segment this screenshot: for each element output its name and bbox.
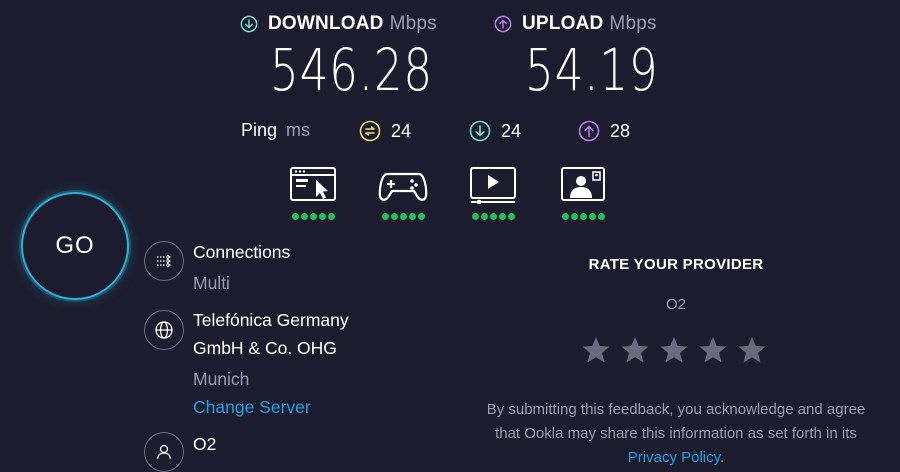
download-arrow-icon [240, 15, 258, 33]
connections-mode: Multi [193, 273, 230, 293]
rating-dot [309, 213, 317, 220]
disclaimer-text: By submitting this feedback, you acknowl… [486, 401, 866, 442]
star-icon[interactable] [659, 335, 689, 365]
ping-upload: 28 [578, 120, 630, 142]
rating-dot [318, 213, 326, 220]
ping-row: Ping ms [241, 120, 310, 141]
rating-dot [417, 213, 425, 220]
download-label: DOWNLOAD [268, 13, 384, 34]
star-icon[interactable] [698, 335, 728, 365]
ping-label: Ping [241, 120, 278, 140]
upload-speed-value: 54.19 [525, 36, 659, 104]
server-name: Telefónica Germany GmbH & Co. OHG [193, 306, 349, 362]
gaming-dots [375, 213, 431, 220]
rating-dot [327, 213, 335, 220]
rating-dot [507, 213, 515, 220]
server-name-line1: Telefónica Germany [193, 310, 349, 330]
server-globe-icon [144, 310, 184, 350]
disclaimer-period: . [720, 449, 725, 466]
star-icon[interactable] [581, 335, 611, 365]
web-browsing-icon [290, 167, 336, 201]
feedback-disclaimer: By submitting this feedback, you acknowl… [476, 398, 876, 470]
download-unit: Mbps [389, 13, 437, 34]
rating-dot [399, 213, 407, 220]
ping-unit: ms [286, 120, 311, 140]
rating-dot [291, 213, 299, 220]
privacy-policy-link[interactable]: Privacy Policy [628, 449, 720, 466]
gaming-rating[interactable] [375, 166, 431, 226]
connections-icon [144, 241, 184, 281]
server-location: Munich [193, 369, 250, 389]
rating-dot [579, 213, 587, 220]
rate-provider-name: O2 [665, 296, 686, 313]
go-button[interactable]: GO [21, 192, 129, 300]
download-header: DOWNLOAD Mbps [240, 13, 437, 35]
upload-unit: Mbps [609, 13, 657, 34]
gaming-icon [378, 172, 428, 201]
upload-latency-icon [578, 120, 600, 142]
video-streaming-icon [470, 167, 516, 205]
upload-label: UPLOAD [522, 13, 604, 34]
connections-title: Connections [193, 242, 291, 262]
provider-name: O2 [193, 434, 217, 454]
rating-dot [471, 213, 479, 220]
ping-download-value: 24 [501, 120, 522, 141]
rating-dot [381, 213, 389, 220]
video-chat-dots [555, 213, 611, 220]
video-chat-icon [561, 167, 605, 201]
star-rating [581, 335, 767, 365]
change-server-link[interactable]: Change Server [193, 397, 311, 418]
video-streaming-rating[interactable] [465, 166, 521, 226]
download-speed-value: 546.28 [270, 36, 433, 104]
rating-dot [597, 213, 605, 220]
download-latency-icon [469, 120, 491, 142]
rating-dot [390, 213, 398, 220]
rate-provider-title: RATE YOUR PROVIDER [588, 256, 764, 273]
star-icon[interactable] [737, 335, 767, 365]
video-chat-rating[interactable] [555, 166, 611, 226]
ping-download: 24 [469, 120, 521, 142]
web-browsing-rating[interactable] [285, 166, 341, 226]
ping-idle-value: 24 [391, 120, 412, 141]
star-icon[interactable] [620, 335, 650, 365]
ping-idle: 24 [359, 120, 411, 142]
web-browsing-dots [285, 213, 341, 220]
ping-upload-value: 28 [610, 120, 631, 141]
rating-dot [498, 213, 506, 220]
rating-dot [561, 213, 569, 220]
video-streaming-dots [465, 213, 521, 220]
upload-header: UPLOAD Mbps [494, 13, 657, 35]
upload-arrow-icon [494, 15, 512, 33]
lightning-icon [359, 120, 381, 142]
rating-dot [480, 213, 488, 220]
provider-user-icon [144, 432, 184, 472]
rating-dot [489, 213, 497, 220]
rating-dot [300, 213, 308, 220]
rating-dot [570, 213, 578, 220]
rating-dot [588, 213, 596, 220]
rating-dot [408, 213, 416, 220]
server-name-line2: GmbH & Co. OHG [193, 338, 337, 358]
